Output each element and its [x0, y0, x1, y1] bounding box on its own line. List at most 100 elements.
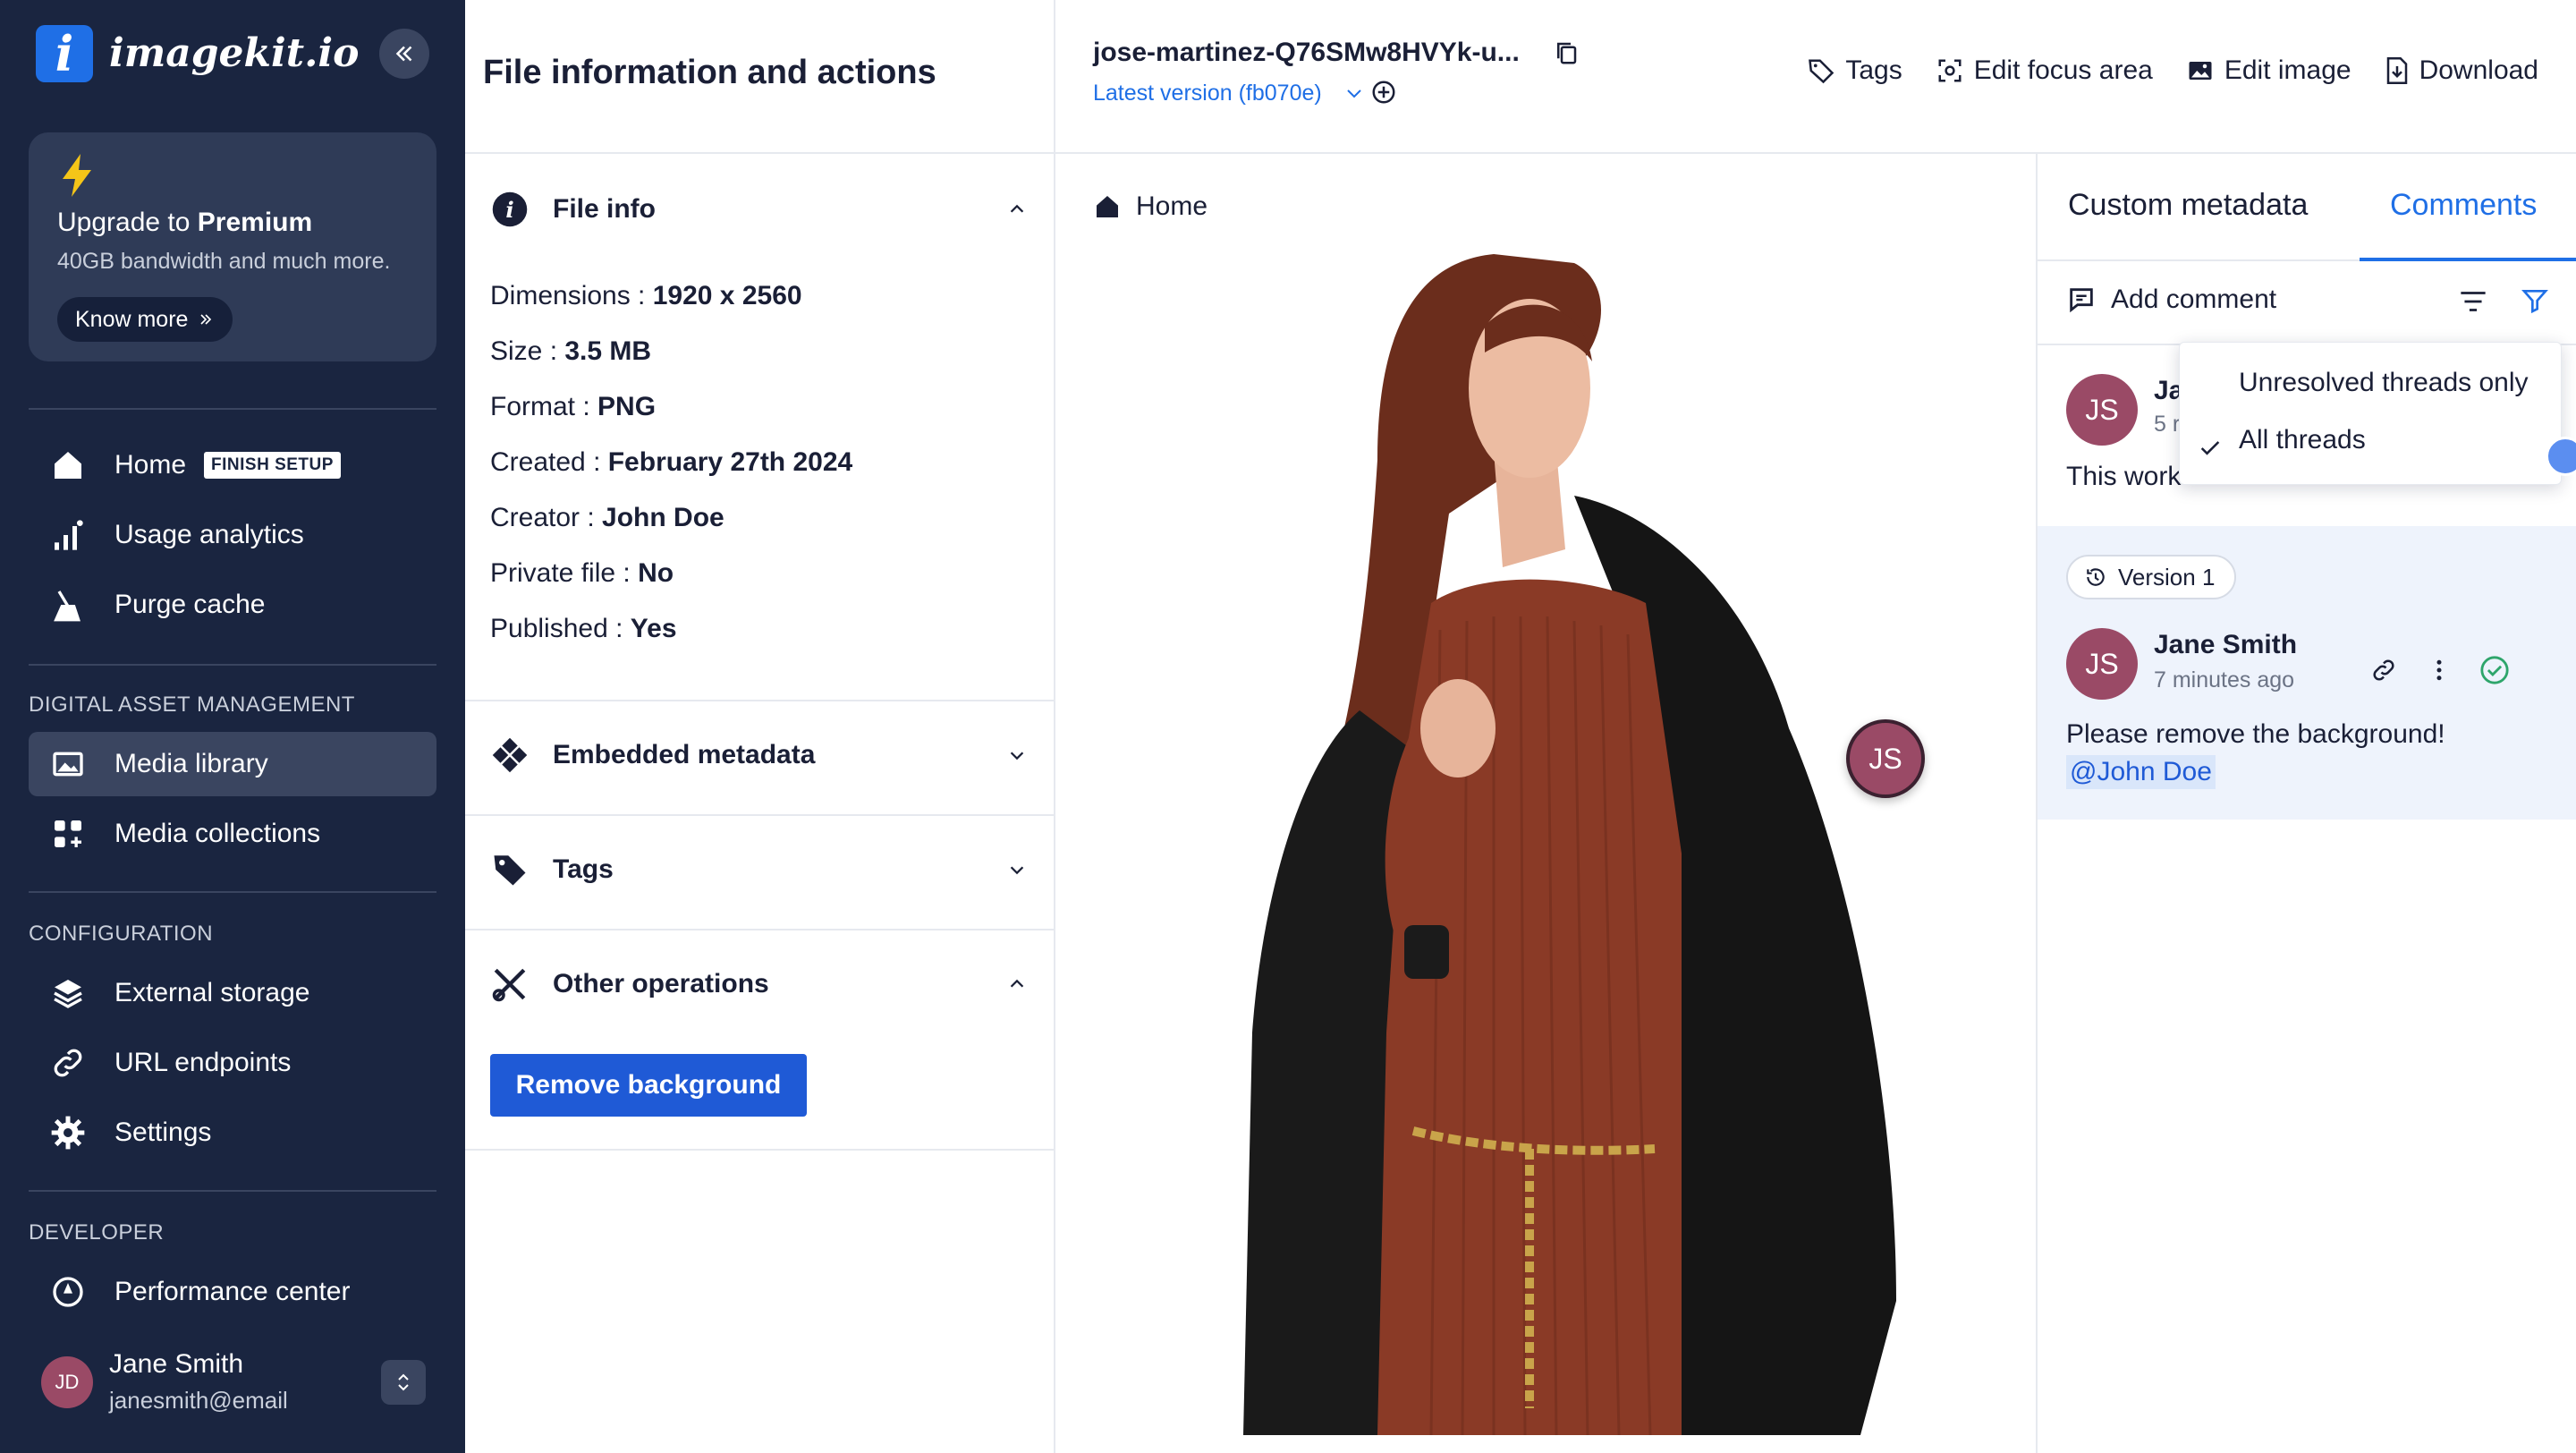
resolve-check-icon[interactable]: [2479, 655, 2510, 685]
avatar: JS: [2066, 628, 2138, 700]
file-info-panel: File information and actions i File info…: [465, 0, 1055, 1453]
chevron-down-icon: [1004, 856, 1030, 883]
sidebar-item-label: Usage analytics: [114, 520, 304, 549]
sidebar-item-settings[interactable]: Settings: [29, 1100, 436, 1165]
focus-icon: [1938, 59, 1962, 82]
download-button[interactable]: Download: [2385, 55, 2538, 86]
mention-tag[interactable]: @John Doe: [2066, 755, 2216, 789]
tags-button[interactable]: Tags: [1808, 55, 1902, 86]
purge-icon: [48, 585, 88, 625]
section-title: Other operations: [553, 969, 769, 998]
file-info-section-header[interactable]: i File info: [490, 183, 1030, 236]
filter-icon[interactable]: [2521, 286, 2549, 315]
sort-icon[interactable]: [2458, 288, 2488, 315]
link-icon[interactable]: [2370, 657, 2397, 684]
file-name: jose-martinez-Q76SMw8HVYk-u...: [1093, 38, 1520, 67]
chevron-down-icon: [1004, 742, 1030, 769]
version-selector[interactable]: Latest version (fb070e): [1093, 81, 1322, 106]
gear-icon: [48, 1113, 88, 1152]
lightning-icon: [63, 154, 91, 197]
info-creator: Creator : John Doe: [490, 503, 724, 532]
media-library-icon: [48, 744, 88, 784]
comment-text: Please remove the background!: [2066, 719, 2445, 749]
filter-option-unresolved[interactable]: Unresolved threads only: [2239, 368, 2529, 398]
section-title: Embedded metadata: [553, 740, 816, 769]
filter-option-all[interactable]: All threads: [2239, 425, 2366, 455]
upgrade-subtitle: 40GB bandwidth and much more.: [57, 249, 391, 274]
finish-setup-badge[interactable]: FINISH SETUP: [204, 452, 341, 479]
remove-background-button[interactable]: Remove background: [490, 1054, 807, 1117]
thread-filter-dropdown: Unresolved threads only All threads: [2179, 342, 2562, 485]
user-profile[interactable]: JD Jane Smith janesmith@email: [29, 1342, 436, 1424]
metadata-icon: [490, 735, 530, 775]
tab-custom-metadata[interactable]: Custom metadata: [2068, 188, 2308, 223]
info-created: Created : February 27th 2024: [490, 447, 853, 477]
preview-image[interactable]: [1109, 227, 2004, 1444]
copy-icon[interactable]: [1553, 39, 1580, 66]
section-title: File info: [553, 194, 656, 224]
know-more-button[interactable]: Know more: [57, 297, 233, 342]
add-comment-label: Add comment: [2111, 285, 2277, 314]
check-icon: [2200, 441, 2220, 455]
comment-pin[interactable]: JS: [1846, 719, 1925, 798]
edit-focus-area-button[interactable]: Edit focus area: [1936, 55, 2153, 86]
sidebar-item-label: Purge cache: [114, 590, 266, 619]
tag-icon: [1809, 59, 1835, 84]
collections-icon: [48, 814, 88, 854]
sidebar: i imagekit.io Upgrade to Premium 40GB ba…: [0, 0, 465, 1453]
double-chevron-right-icon: [200, 314, 212, 325]
tag-icon: [490, 850, 530, 889]
sidebar-item-home[interactable]: Home FINISH SETUP: [29, 433, 436, 497]
sidebar-item-label: Media collections: [114, 819, 321, 848]
upgrade-title: Upgrade to Premium: [57, 208, 313, 237]
section-label-developer: DEVELOPER: [29, 1220, 165, 1245]
divider: [465, 814, 1055, 816]
sidebar-item-label: Settings: [114, 1117, 212, 1147]
chevron-up-icon: [1004, 971, 1030, 998]
active-tab-indicator: [2360, 258, 2576, 261]
embedded-metadata-section-header[interactable]: Embedded metadata: [490, 728, 1030, 782]
double-chevron-left-icon: [395, 46, 412, 62]
sidebar-item-usage-analytics[interactable]: Usage analytics: [29, 503, 436, 567]
section-label-dam: DIGITAL ASSET MANAGEMENT: [29, 693, 355, 717]
breadcrumb[interactable]: Home: [1093, 191, 1208, 222]
logo-text: imagekit.io: [109, 30, 360, 76]
tags-section-header[interactable]: Tags: [490, 843, 1030, 896]
add-version-icon[interactable]: [1370, 79, 1397, 106]
collapse-sidebar-button[interactable]: [379, 29, 429, 79]
divider: [465, 1149, 1055, 1151]
account-switch-button[interactable]: [381, 1360, 426, 1405]
divider: [465, 929, 1055, 930]
divider: [29, 891, 436, 893]
comment-time: 7 minutes ago: [2154, 667, 2295, 693]
divider: [29, 408, 436, 410]
sidebar-item-media-library[interactable]: Media library: [29, 732, 436, 796]
sidebar-item-external-storage[interactable]: External storage: [29, 961, 436, 1025]
version-label: Version 1: [2118, 563, 2216, 591]
user-email: janesmith@email: [109, 1387, 288, 1414]
comment-author: Jane Smith: [2154, 630, 2298, 659]
info-icon: i: [490, 190, 530, 229]
sidebar-item-url-endpoints[interactable]: URL endpoints: [29, 1031, 436, 1095]
home-icon: [48, 446, 88, 485]
tool-label: Edit image: [2224, 55, 2351, 85]
sidebar-item-label: External storage: [114, 978, 310, 1007]
sidebar-item-purge-cache[interactable]: Purge cache: [29, 573, 436, 637]
home-icon: [1097, 196, 1118, 217]
other-operations-section-header[interactable]: Other operations: [490, 957, 1030, 1011]
sidebar-item-performance-center[interactable]: Performance center: [29, 1260, 436, 1324]
add-comment-button[interactable]: Add comment: [2066, 285, 2276, 315]
sidebar-item-media-collections[interactable]: Media collections: [29, 802, 436, 866]
chevron-down-icon[interactable]: [1343, 82, 1365, 104]
info-published: Published : Yes: [490, 614, 677, 643]
toolbar: Tags Edit focus area Edit image Download: [1808, 55, 2538, 86]
avatar: JS: [2066, 374, 2138, 446]
image-viewer: Home JS: [1055, 156, 2036, 1453]
tab-comments[interactable]: Comments: [2390, 188, 2537, 223]
divider: [29, 664, 436, 666]
edit-image-button[interactable]: Edit image: [2187, 55, 2351, 86]
info-dimensions: Dimensions : 1920 x 2560: [490, 281, 802, 310]
tool-label: Tags: [1845, 55, 1902, 85]
more-vertical-icon[interactable]: [2426, 657, 2453, 684]
section-title: Tags: [553, 854, 614, 884]
